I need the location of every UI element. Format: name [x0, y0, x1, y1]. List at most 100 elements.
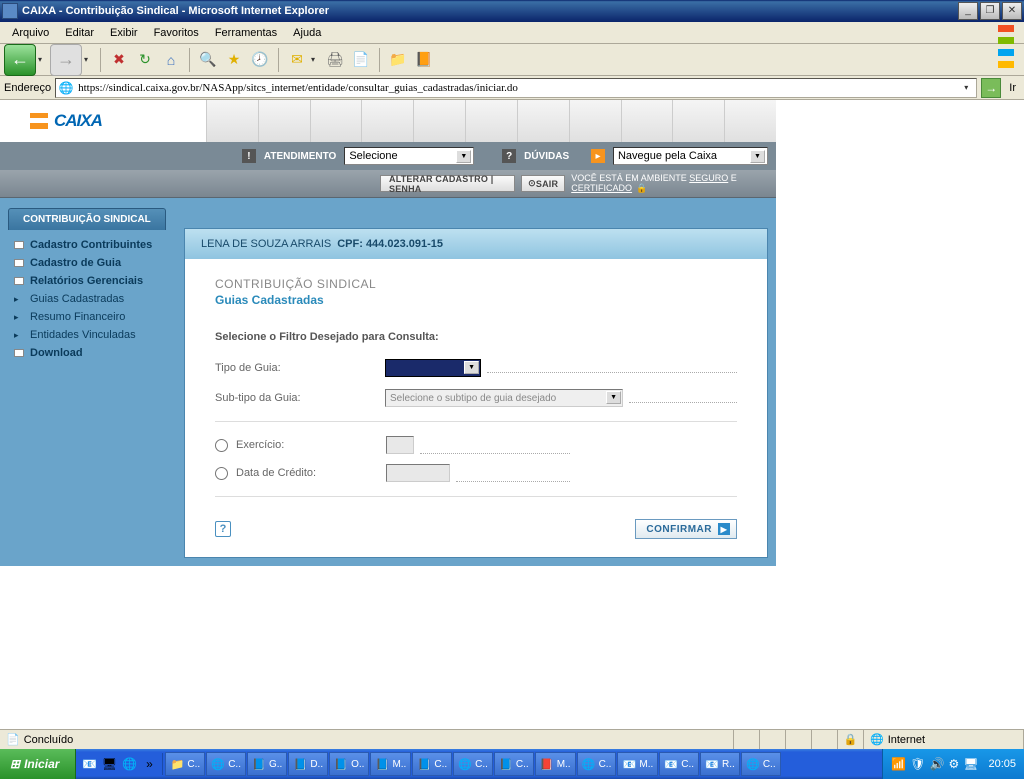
- sidebar-item-cadastro-guia[interactable]: Cadastro de Guia: [8, 254, 184, 272]
- task-button[interactable]: 🌐C..: [453, 752, 493, 776]
- tray-icon[interactable]: 📶: [891, 757, 906, 771]
- app-tab[interactable]: [310, 100, 362, 142]
- sidebar-item-download[interactable]: Download: [8, 344, 184, 362]
- app-tab[interactable]: [569, 100, 621, 142]
- mail-button[interactable]: ✉: [285, 48, 309, 72]
- task-button[interactable]: 🌐C..: [741, 752, 781, 776]
- address-box[interactable]: 🌐 ▾: [55, 78, 977, 98]
- app-tab[interactable]: [621, 100, 673, 142]
- tipo-guia-label: Tipo de Guia:: [215, 362, 385, 374]
- task-button[interactable]: 📘C..: [494, 752, 534, 776]
- exercicio-radio[interactable]: [215, 439, 228, 452]
- sidebar-item-guias-cadastradas[interactable]: ▸Guias Cadastradas: [8, 290, 184, 308]
- research-button[interactable]: 📙: [412, 48, 436, 72]
- task-button[interactable]: 📧M..: [617, 752, 658, 776]
- stop-button[interactable]: ✖: [107, 48, 131, 72]
- task-button[interactable]: 📧R..: [700, 752, 740, 776]
- task-button[interactable]: 📘D..: [288, 752, 328, 776]
- sidebar-item-cadastro-contribuintes[interactable]: Cadastro Contribuintes: [8, 236, 184, 254]
- ql-desktop-icon[interactable]: 🖥: [100, 753, 118, 775]
- certificado-link[interactable]: CERTIFICADO: [571, 183, 632, 193]
- main-panel: LENA DE SOUZA ARRAIS CPF: 444.023.091-15…: [184, 228, 768, 558]
- favorites-button[interactable]: ★: [222, 48, 246, 72]
- tray-icon[interactable]: 🛡: [910, 757, 925, 771]
- atendimento-select[interactable]: Selecione: [344, 147, 474, 165]
- task-button[interactable]: 🌐C..: [206, 752, 246, 776]
- restore-button[interactable]: ❐: [980, 2, 1000, 20]
- edit-button[interactable]: 📄: [349, 48, 373, 72]
- print-button[interactable]: 🖨: [323, 48, 347, 72]
- forward-dropdown[interactable]: ▾: [84, 55, 94, 64]
- app-tab[interactable]: [672, 100, 724, 142]
- data-credito-radio[interactable]: [215, 467, 228, 480]
- navegue-select[interactable]: Navegue pela Caixa: [613, 147, 768, 165]
- ql-ie-icon[interactable]: 🌐: [120, 753, 138, 775]
- seguro-link[interactable]: SEGURO: [689, 173, 728, 183]
- app-tab[interactable]: [724, 100, 776, 142]
- internet-zone-icon: 🌐: [870, 733, 884, 746]
- app-tab[interactable]: [465, 100, 517, 142]
- menu-arquivo[interactable]: Arquivo: [4, 25, 57, 41]
- task-button[interactable]: 🌐C..: [577, 752, 617, 776]
- menu-ferramentas[interactable]: Ferramentas: [207, 25, 285, 41]
- sidebar-item-resumo-financeiro[interactable]: ▸Resumo Financeiro: [8, 308, 184, 326]
- sidebar-item-entidades-vinculadas[interactable]: ▸Entidades Vinculadas: [8, 326, 184, 344]
- exercicio-input[interactable]: [386, 436, 414, 454]
- task-buttons: 📁C.. 🌐C.. 📘G.. 📘D.. 📘O.. 📘M.. 📘C.. 🌐C.. …: [163, 752, 882, 776]
- data-credito-input[interactable]: [386, 464, 450, 482]
- folder-button[interactable]: 📁: [386, 48, 410, 72]
- task-button[interactable]: 📧C..: [659, 752, 699, 776]
- app-tab[interactable]: [361, 100, 413, 142]
- start-button[interactable]: ⊞ Iniciar: [0, 749, 76, 779]
- refresh-button[interactable]: ↻: [133, 48, 157, 72]
- address-input[interactable]: [78, 82, 964, 94]
- tipo-guia-select[interactable]: [385, 359, 481, 377]
- app-navbar: ! ATENDIMENTO Selecione ? DÚVIDAS ▸ Nave…: [0, 142, 776, 170]
- go-button[interactable]: →: [981, 78, 1001, 98]
- sidebar: Cadastro Contribuintes Cadastro de Guia …: [8, 228, 184, 558]
- alterar-cadastro-button[interactable]: ALTERAR CADASTRO | SENHA: [380, 175, 515, 192]
- close-button[interactable]: ✕: [1002, 2, 1022, 20]
- app-tab[interactable]: [206, 100, 258, 142]
- tray-icon[interactable]: ⚙: [948, 757, 959, 771]
- task-button[interactable]: 📘G..: [247, 752, 287, 776]
- subtipo-guia-select[interactable]: Selecione o subtipo de guia desejado: [385, 389, 623, 407]
- sidebar-item-relatorios[interactable]: Relatórios Gerenciais: [8, 272, 184, 290]
- task-button[interactable]: 📘M..: [370, 752, 411, 776]
- tray-icon[interactable]: 🔊: [930, 757, 945, 771]
- minimize-button[interactable]: _: [958, 2, 978, 20]
- app-tab[interactable]: [413, 100, 465, 142]
- home-button[interactable]: ⌂: [159, 48, 183, 72]
- menu-favoritos[interactable]: Favoritos: [146, 25, 207, 41]
- task-button[interactable]: 📕M..: [535, 752, 576, 776]
- status-zone-cell[interactable]: 🌐 Internet: [864, 730, 1024, 749]
- forward-button[interactable]: →: [50, 44, 82, 76]
- tray-icon[interactable]: 🖥: [963, 757, 978, 771]
- address-dropdown[interactable]: ▾: [964, 83, 974, 92]
- ql-more-icon[interactable]: »: [140, 753, 158, 775]
- clock[interactable]: 20:05: [988, 758, 1016, 770]
- help-button[interactable]: ?: [215, 521, 231, 537]
- caixa-logo[interactable]: CAIXA: [0, 100, 206, 142]
- back-dropdown[interactable]: ▾: [38, 55, 48, 64]
- system-tray[interactable]: 📶 🛡 🔊 ⚙ 🖥 20:05: [882, 749, 1024, 779]
- menu-editar[interactable]: Editar: [57, 25, 102, 41]
- page-tab-contribuicao[interactable]: CONTRIBUIÇÃO SINDICAL: [8, 208, 166, 230]
- sair-button[interactable]: ⊙ SAIR: [521, 175, 565, 192]
- app-tab[interactable]: [258, 100, 310, 142]
- task-button[interactable]: 📘O..: [329, 752, 369, 776]
- menu-ajuda[interactable]: Ajuda: [285, 25, 329, 41]
- taskbar: ⊞ Iniciar 📧 🖥 🌐 » 📁C.. 🌐C.. 📘G.. 📘D.. 📘O…: [0, 749, 1024, 779]
- ql-outlook-icon[interactable]: 📧: [80, 753, 98, 775]
- confirmar-button[interactable]: CONFIRMAR ▶: [635, 519, 737, 539]
- task-button[interactable]: 📁C..: [165, 752, 205, 776]
- menu-exibir[interactable]: Exibir: [102, 25, 146, 41]
- duvidas-label[interactable]: DÚVIDAS: [524, 151, 569, 162]
- app-tab[interactable]: [517, 100, 569, 142]
- status-cell: [786, 730, 812, 749]
- search-button[interactable]: 🔍: [196, 48, 220, 72]
- history-button[interactable]: 🕗: [248, 48, 272, 72]
- back-button[interactable]: ←: [4, 44, 36, 76]
- mail-dropdown[interactable]: ▾: [311, 55, 321, 64]
- task-button[interactable]: 📘C..: [412, 752, 452, 776]
